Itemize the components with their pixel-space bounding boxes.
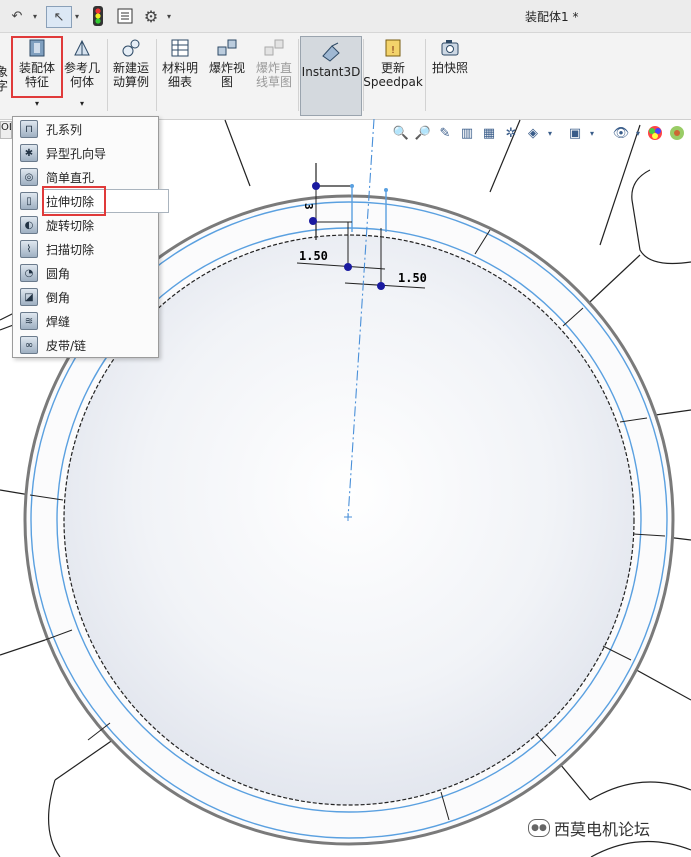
simple-hole-icon: ◎ [20, 168, 38, 186]
instant3d-icon [322, 42, 340, 62]
document-title: 装配体1 * [525, 10, 579, 24]
hole-series-icon: ⊓ [20, 120, 38, 138]
dropdown-arrow-icon[interactable]: ▾ [35, 97, 39, 111]
bill-of-materials-button[interactable]: 材料明 细表 [160, 37, 200, 89]
bill-of-materials-icon [171, 39, 189, 57]
menu-item-fillet[interactable]: ◔ 圆角 [13, 262, 158, 284]
fillet-icon: ◔ [20, 264, 38, 282]
traffic-light-icon[interactable] [88, 6, 108, 26]
undo-dropdown-icon[interactable]: ▾ [30, 6, 40, 26]
ribbon-separator [298, 39, 299, 111]
ribbon-separator [156, 39, 157, 111]
ribbon-separator [107, 39, 108, 111]
speedpak-icon: ! [385, 39, 401, 57]
menu-item-belt-chain[interactable]: ∞ 皮带/链 [13, 334, 158, 356]
revolved-cut-icon: ◐ [20, 216, 38, 234]
display-style-icon[interactable]: ◈ [524, 124, 542, 142]
section-view-icon[interactable]: ▥ [458, 124, 476, 142]
motion-study-icon [122, 39, 140, 57]
menu-item-simple-hole[interactable]: ◎ 简单直孔 [13, 166, 158, 188]
dimension-width-right[interactable]: 1.50 [398, 271, 427, 285]
instant3d-button[interactable]: Instant3D [300, 36, 362, 116]
exploded-view-icon [217, 39, 237, 56]
feature-tree-stub[interactable]: OL [0, 121, 12, 139]
weld-bead-icon: ≋ [20, 312, 38, 330]
menu-item-weld-bead[interactable]: ≋ 焊缝 [13, 310, 158, 332]
exploded-view-button[interactable]: 爆炸视图 [206, 37, 248, 89]
assembly-features-icon [29, 39, 45, 57]
gear-icon[interactable]: ⚙ [140, 6, 162, 26]
heads-up-view-toolbar: 🔍 🔎 ✎ ▥ ▦ ✲ ◈ ▾ ▣ ▾ 👁 ▾ [392, 124, 686, 142]
assembly-features-button[interactable]: 装配体 特征 ▾ [12, 37, 62, 111]
swept-cut-icon: ⌇ [20, 240, 38, 258]
view-orientation-icon[interactable]: ✲ [502, 124, 520, 142]
take-snapshot-button[interactable]: 拍快照 [428, 37, 472, 75]
explode-line-sketch-button[interactable]: 爆炸直 线草图 [251, 37, 297, 89]
options-list-icon[interactable] [114, 6, 136, 26]
dimension-vertical[interactable]: 3 [302, 203, 315, 210]
wechat-logo-icon: ●● [528, 819, 550, 837]
watermark: ●● 西莫电机论坛 [528, 816, 650, 840]
edit-appearance-icon[interactable]: 👁 [612, 124, 630, 142]
dimension-width-left[interactable]: 1.50 [299, 249, 328, 263]
new-motion-study-button[interactable]: 新建运 动算例 [110, 37, 152, 89]
left-cut-button[interactable]: 象字 [0, 65, 8, 93]
hud-dropdown-icon[interactable]: ▾ [634, 124, 642, 142]
menu-item-hole-wizard[interactable]: ✱ 异型孔向导 [13, 142, 158, 164]
command-manager-ribbon: 象字 装配体 特征 ▾ 参考几 何体 ▾ 新建运 动算例 材料明 细表 爆炸视图 爆炸直… [0, 33, 691, 120]
title-bar: ↶ ▾ ↖ ▾ ⚙ ▾ 装配体1 * [0, 0, 691, 33]
explode-line-sketch-icon [264, 39, 284, 56]
update-speedpak-button[interactable]: ! 更新 Speedpak [363, 37, 423, 89]
previous-view-icon[interactable]: ✎ [436, 124, 454, 142]
view-settings-icon[interactable] [668, 124, 686, 142]
select-pointer-icon[interactable]: ↖ [46, 6, 72, 28]
hud-dropdown-icon[interactable]: ▾ [546, 124, 554, 142]
menu-item-revolved-cut[interactable]: ◐ 旋转切除 [13, 214, 158, 236]
menu-item-chamfer[interactable]: ◪ 倒角 [13, 286, 158, 308]
undo-icon[interactable]: ↶ [6, 6, 28, 26]
menu-item-swept-cut[interactable]: ⌇ 扫描切除 [13, 238, 158, 260]
ribbon-separator [425, 39, 426, 111]
svg-text:!: ! [391, 45, 395, 56]
apply-scene-icon[interactable] [646, 124, 664, 142]
gear-dropdown-icon[interactable]: ▾ [164, 6, 174, 26]
reference-geometry-button[interactable]: 参考几 何体 ▾ [62, 37, 102, 111]
extruded-cut-icon: ▯ [20, 192, 38, 210]
hole-wizard-icon: ✱ [20, 144, 38, 162]
hud-dropdown-icon[interactable]: ▾ [588, 124, 596, 142]
hide-show-items-icon[interactable]: ▣ [566, 124, 584, 142]
assembly-features-menu: ⊓ 孔系列 ✱ 异型孔向导 ◎ 简单直孔 ▯ 拉伸切除 ◐ 旋转切除 ⌇ 扫描切除 ◔ 圆角 … [12, 116, 169, 358]
dynamic-annotation-icon[interactable]: ▦ [480, 124, 498, 142]
reference-geometry-icon [74, 39, 90, 56]
belt-chain-icon: ∞ [20, 336, 38, 354]
zoom-to-area-icon[interactable]: 🔎 [414, 124, 432, 142]
dropdown-arrow-icon[interactable]: ▾ [80, 97, 84, 111]
select-dropdown-icon[interactable]: ▾ [72, 6, 82, 26]
menu-item-hole-series[interactable]: ⊓ 孔系列 [13, 118, 158, 140]
zoom-to-fit-icon[interactable]: 🔍 [392, 124, 410, 142]
chamfer-icon: ◪ [20, 288, 38, 306]
menu-item-extruded-cut[interactable]: ▯ 拉伸切除 [13, 190, 158, 212]
camera-icon [441, 40, 459, 56]
